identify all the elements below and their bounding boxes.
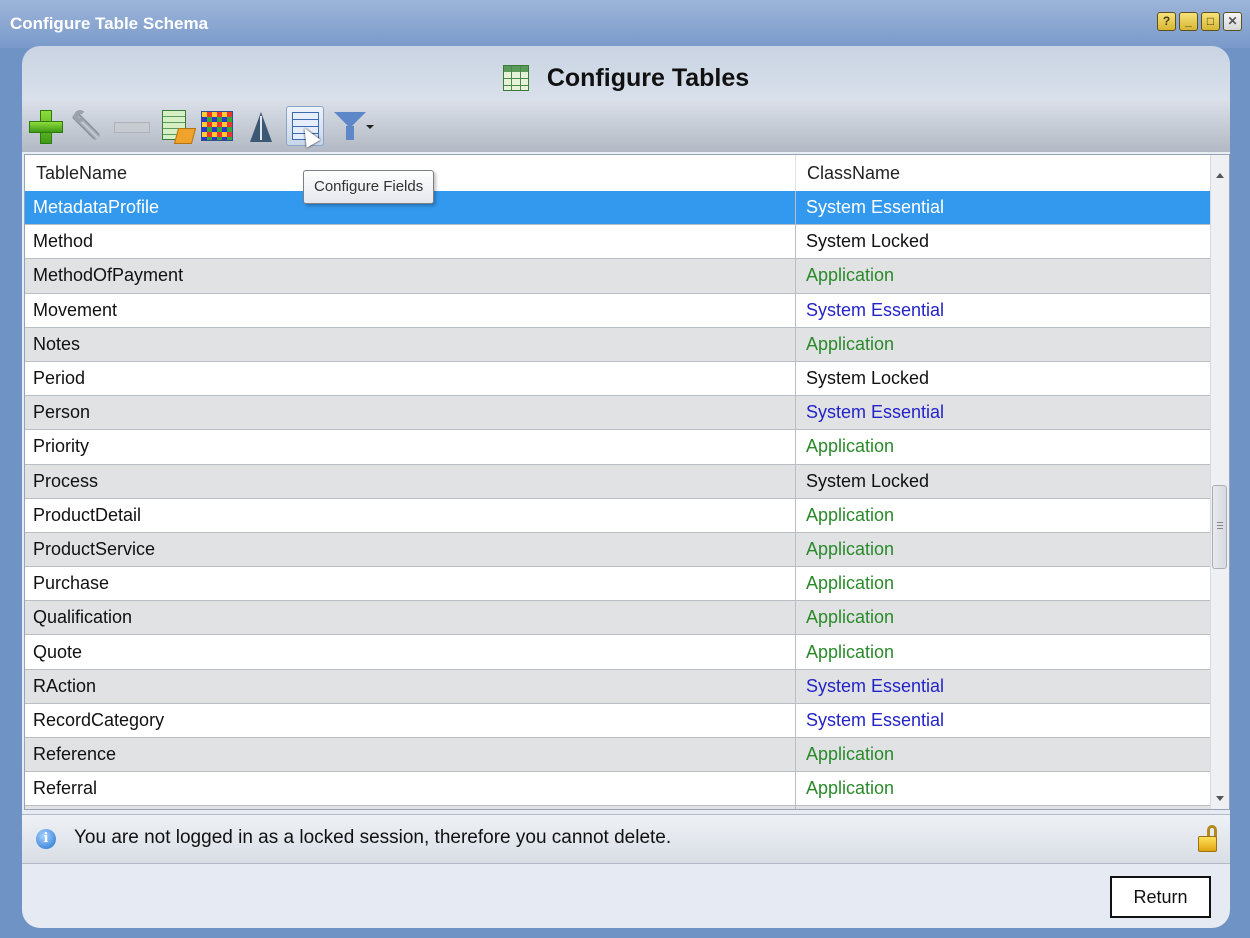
table-name-cell: ProductService: [25, 532, 796, 567]
table-name-cell: Quote: [25, 635, 796, 669]
grid-rows: MetadataProfile System Essential Method Sys…: [25, 191, 1211, 809]
table-row[interactable]: ProductService Application: [25, 532, 1211, 568]
table-name-cell: Priority: [25, 430, 796, 464]
table-row[interactable]: MethodOfPayment Application: [25, 259, 1211, 294]
table-row[interactable]: Notes Application: [25, 327, 1211, 362]
class-name-cell: System Essential: [806, 709, 945, 730]
minimize-button[interactable]: _: [1179, 12, 1198, 31]
table-row[interactable]: Quote Application: [25, 635, 1211, 670]
table-row[interactable]: Movement System Essential: [25, 293, 1211, 328]
window-title: Configure Table Schema: [10, 14, 209, 33]
tooltip: Configure Fields: [303, 170, 435, 204]
class-name-cell: System Essential: [796, 806, 1211, 809]
add-button[interactable]: [26, 106, 64, 146]
window-controls: ? _ □ ✕: [1157, 12, 1242, 31]
table-name-cell: Method: [25, 225, 796, 259]
table-name-cell: MethodOfPayment: [25, 259, 796, 293]
edit-button[interactable]: [66, 106, 104, 146]
maximize-button[interactable]: □: [1201, 12, 1220, 31]
title-bar: Configure Table Schema ? _ □ ✕: [0, 0, 1250, 48]
table-name-cell: Person: [25, 396, 796, 430]
close-button[interactable]: ✕: [1223, 12, 1242, 31]
class-name-cell: Application: [806, 641, 895, 662]
status-message: You are not logged in as a locked sessio…: [74, 827, 672, 848]
class-name-cell: System Essential: [806, 402, 945, 423]
table-row[interactable]: Person System Essential: [25, 396, 1211, 431]
vertical-scrollbar[interactable]: [1210, 155, 1229, 809]
table-row[interactable]: RSystem Essential: [25, 806, 1211, 809]
tables-grid: TableName ClassName MetadataProfile Syste…: [24, 154, 1230, 810]
table-name-cell: Notes: [25, 327, 796, 361]
class-name-cell: Application: [806, 538, 895, 559]
sort-button[interactable]: [242, 106, 280, 146]
table-name-cell: Qualification: [25, 601, 796, 635]
table-name-cell: RAction: [25, 669, 796, 703]
table-name-cell: Process: [25, 464, 796, 498]
page-title: Configure Tables: [546, 63, 750, 92]
return-button[interactable]: Return: [1110, 876, 1211, 918]
grid-header: TableName ClassName: [25, 155, 1211, 192]
table-row[interactable]: Priority Application: [25, 430, 1211, 465]
colors-button[interactable]: [198, 106, 236, 146]
table-name-cell: RecordCategory: [25, 703, 796, 737]
table-row[interactable]: ProductDetail Application: [25, 498, 1211, 533]
chevron-down-icon[interactable]: [366, 125, 374, 129]
class-name-cell: System Locked: [806, 231, 930, 252]
table-name-cell: Reference: [25, 738, 796, 772]
table-row[interactable]: Process System Locked: [25, 464, 1211, 499]
info-icon: i: [36, 829, 56, 849]
class-name-cell: Application: [806, 607, 895, 628]
toolbar: [22, 100, 1230, 152]
class-name-cell: Application: [806, 778, 895, 799]
help-button[interactable]: ?: [1157, 12, 1176, 31]
table-icon: [502, 65, 529, 91]
class-name-cell: Application: [806, 744, 895, 765]
table-name-cell: Period: [25, 361, 796, 396]
scroll-thumb[interactable]: [1212, 485, 1227, 569]
delete-button[interactable]: [112, 106, 150, 146]
table-name-cell: ProductDetail: [25, 498, 796, 532]
class-name-cell: System Essential: [806, 675, 945, 696]
table-row[interactable]: Purchase Application: [25, 567, 1211, 602]
class-name-cell: Application: [806, 265, 895, 286]
table-row[interactable]: Period System Locked: [25, 361, 1211, 397]
table-row[interactable]: Qualification Application: [25, 601, 1211, 636]
status-bar: i You are not logged in as a locked sess…: [22, 814, 1230, 864]
scroll-up-icon[interactable]: [1216, 173, 1224, 178]
class-name-cell: System Essential: [806, 299, 945, 320]
table-row[interactable]: RecordCategory System Essential: [25, 703, 1211, 738]
filter-button[interactable]: [332, 106, 374, 146]
grip-icon: [1217, 522, 1223, 530]
table-row[interactable]: RAction System Essential: [25, 669, 1211, 704]
table-name-cell: Movement: [25, 293, 796, 327]
table-name-cell: R: [25, 806, 796, 809]
class-name-cell: System Locked: [806, 368, 930, 389]
table-row[interactable]: Referral Application: [25, 772, 1211, 807]
table-name-cell: Purchase: [25, 567, 796, 601]
class-name-cell: System Essential: [806, 197, 945, 218]
class-name-cell: Application: [806, 436, 895, 457]
table-name-cell: Referral: [25, 772, 796, 806]
page-header: Configure Tables: [22, 56, 1230, 100]
unlock-icon[interactable]: [1196, 825, 1218, 852]
column-header-classname[interactable]: ClassName: [796, 155, 1211, 191]
class-name-cell: Application: [806, 504, 895, 525]
class-name-cell: Application: [806, 333, 895, 354]
table-row[interactable]: MetadataProfile System Essential: [25, 191, 1211, 226]
edit-table-button[interactable]: [156, 106, 194, 146]
table-row[interactable]: Reference Application: [25, 738, 1211, 773]
table-row[interactable]: Method System Locked: [25, 225, 1211, 260]
scroll-down-icon[interactable]: [1216, 796, 1224, 801]
class-name-cell: Application: [806, 573, 895, 594]
class-name-cell: System Locked: [806, 470, 930, 491]
configure-fields-button[interactable]: [286, 106, 324, 148]
